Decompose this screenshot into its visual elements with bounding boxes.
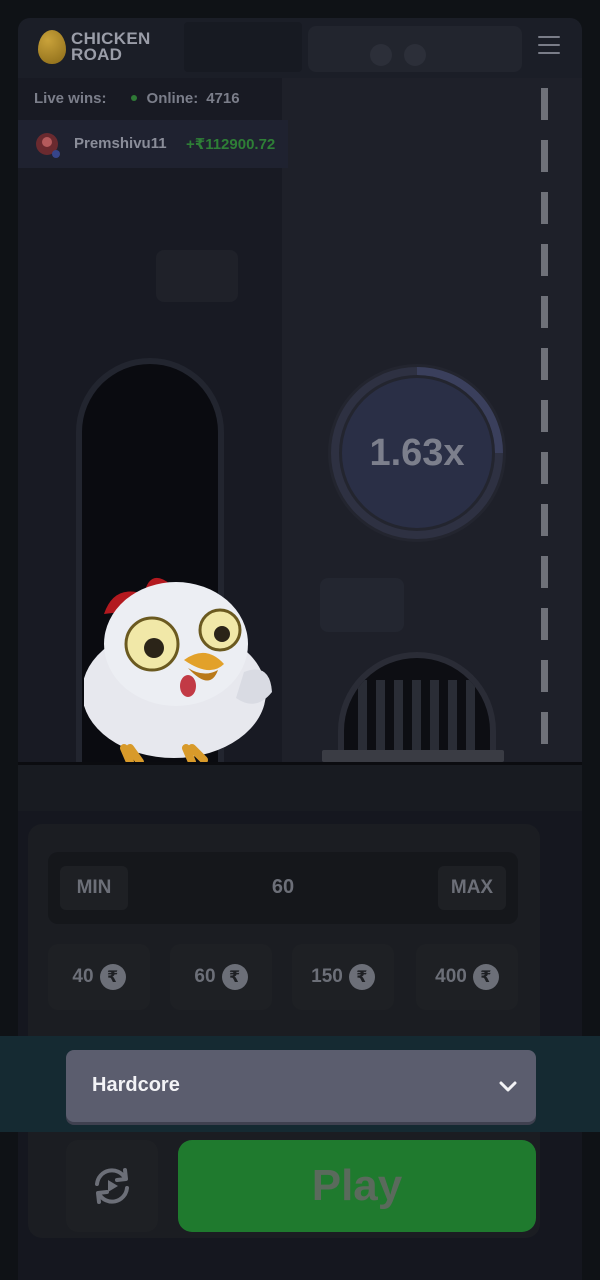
chicken-character-icon (84, 577, 272, 762)
win-username: Premshivu11 (74, 135, 167, 152)
repeat-icon (95, 1168, 129, 1204)
live-wins-label: Live wins: (34, 90, 107, 107)
logo-line2: ROAD (71, 45, 123, 64)
bet-amount-row: MIN 60 MAX (48, 852, 518, 924)
rupee-icon: ₹ (348, 964, 375, 990)
logo: CHICKEN ROAD (38, 30, 151, 64)
lane-divider (541, 88, 548, 768)
bet-chip-150[interactable]: 150 ₹ (292, 944, 394, 1010)
header-balance-panel (308, 26, 522, 72)
rupee-icon: ₹ (472, 964, 499, 990)
chip-value: 400 (435, 966, 467, 987)
road-ground (18, 762, 582, 811)
multiplier-coin: 1.63x (328, 364, 506, 542)
live-stats-bar: Live wins: Online: 4716 (34, 90, 240, 107)
chevron-down-icon (499, 1081, 517, 1092)
chip-value: 60 (194, 966, 216, 987)
online-count: 4716 (206, 90, 240, 107)
latest-win-row: Premshivu11 +₹112900.72 (18, 120, 288, 168)
bet-chip-60[interactable]: 60 ₹ (170, 944, 272, 1010)
win-amount: +₹112900.72 (186, 136, 276, 153)
chip-value: 40 (72, 966, 94, 987)
wall-block (156, 250, 238, 302)
difficulty-selected-value: Hardcore (92, 1074, 180, 1096)
header: CHICKEN ROAD (18, 18, 582, 78)
chip-value: 150 (311, 966, 343, 987)
bet-chip-400[interactable]: 400 ₹ (416, 944, 518, 1010)
balance-icon-2 (404, 44, 426, 66)
balance-icon (370, 44, 392, 66)
golden-egg-icon (38, 30, 66, 64)
road-block (320, 578, 404, 632)
header-placeholder-block (184, 22, 302, 72)
online-label: Online: (146, 90, 199, 107)
game-stage: Live wins: Online: 4716 Premshivu11 +₹1129… (18, 78, 582, 768)
avatar-badge (52, 150, 60, 158)
max-bet-button[interactable]: MAX (438, 866, 506, 910)
hamburger-menu-icon[interactable] (538, 36, 560, 54)
online-status-dot (130, 95, 137, 102)
multiplier-progress-ring (331, 367, 503, 539)
rupee-icon: ₹ (99, 964, 126, 990)
grate-base (322, 750, 504, 762)
play-button[interactable]: Play (178, 1140, 536, 1232)
auto-play-button[interactable] (66, 1140, 158, 1232)
rupee-icon: ₹ (221, 964, 248, 990)
difficulty-select[interactable]: Hardcore (66, 1050, 536, 1122)
bet-chip-40[interactable]: 40 ₹ (48, 944, 150, 1010)
